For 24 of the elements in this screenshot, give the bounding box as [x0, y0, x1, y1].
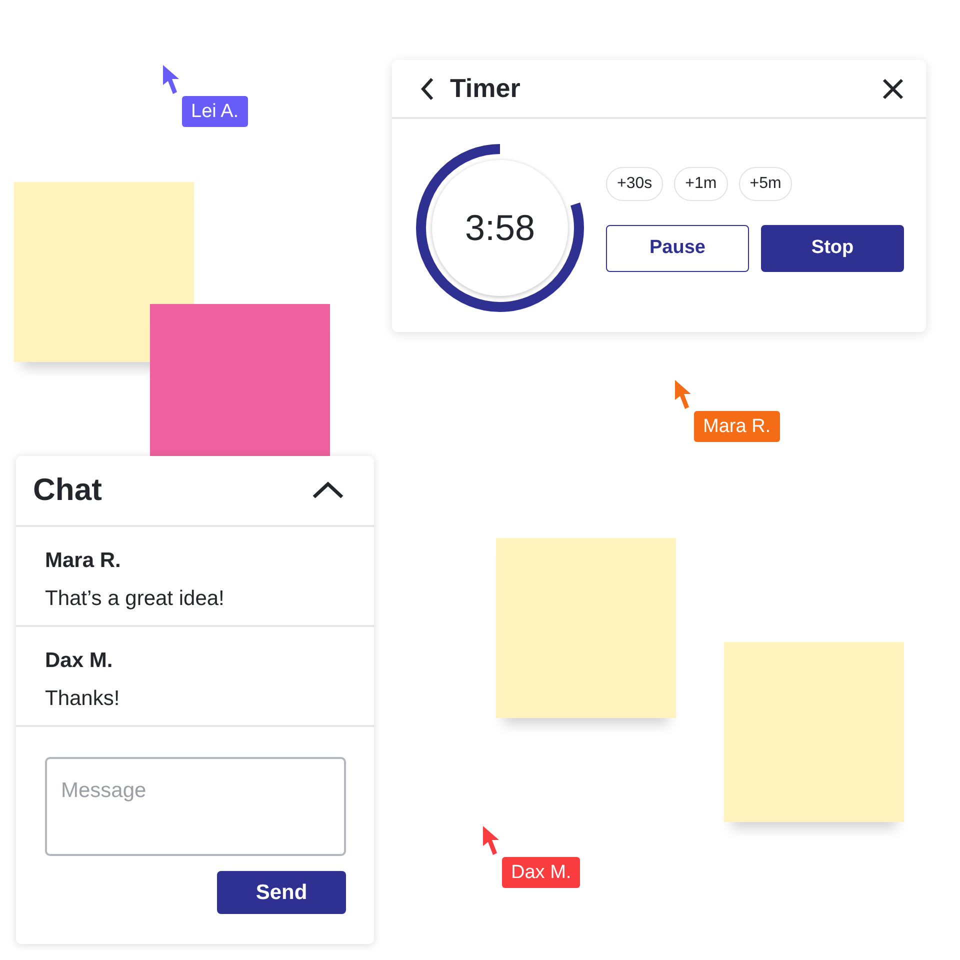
cursor-arrow-icon: [163, 65, 180, 95]
message-field[interactable]: Message: [45, 757, 346, 856]
message-text: That’s a great idea!: [45, 586, 226, 612]
cursor-arrow-icon: [483, 826, 500, 856]
cursor-name-tag: Lei A.: [182, 96, 248, 127]
close-icon[interactable]: [882, 78, 904, 100]
timer-readout: 3:58: [464, 206, 536, 250]
increment-chip[interactable]: +5m: [738, 166, 792, 200]
increment-chip[interactable]: +30s: [606, 166, 664, 200]
stop-button[interactable]: Stop: [761, 224, 904, 272]
message-author: Dax M.: [45, 648, 114, 674]
pause-button[interactable]: Pause: [606, 224, 749, 272]
cursor-arrow-icon: [675, 380, 692, 410]
send-button[interactable]: Send: [217, 871, 346, 914]
caret-icon[interactable]: [312, 481, 344, 500]
cursor-name-tag: Dax M.: [502, 857, 580, 888]
back-icon[interactable]: [420, 76, 434, 100]
panel-title: Timer: [450, 72, 520, 105]
cursor-name-tag: Mara R.: [694, 411, 780, 442]
increment-chip[interactable]: +1m: [674, 166, 728, 200]
message-author: Mara R.: [45, 548, 122, 574]
message-text: Thanks!: [45, 686, 121, 712]
sticky-note[interactable]: [14, 182, 194, 362]
panel-title: Chat: [33, 471, 102, 510]
